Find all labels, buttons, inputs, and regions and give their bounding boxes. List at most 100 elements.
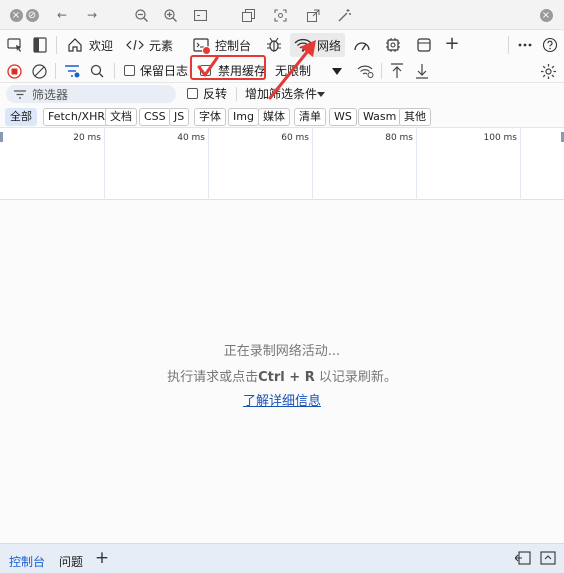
- network-settings-button[interactable]: [538, 61, 558, 81]
- clear-icon: [31, 63, 47, 79]
- filter-chip-media[interactable]: 媒体: [258, 108, 290, 126]
- filter-input[interactable]: 筛选器: [6, 85, 176, 103]
- reload-shortcut: Ctrl + R: [258, 370, 315, 385]
- invert-label: 反转: [203, 87, 228, 101]
- filter-chip-ws[interactable]: WS: [329, 108, 357, 126]
- tab-application[interactable]: [414, 35, 434, 55]
- share-button[interactable]: [305, 7, 321, 23]
- divider: [114, 63, 115, 79]
- plus-icon: +: [444, 32, 460, 54]
- filter-chip-js[interactable]: JS: [169, 108, 190, 126]
- minimize-drawer-button[interactable]: [539, 550, 557, 566]
- sidebar-icon: [33, 37, 47, 53]
- tab-performance[interactable]: [352, 35, 372, 55]
- divider: [508, 36, 509, 54]
- tab-label: 元素: [149, 38, 174, 53]
- download-icon: [416, 64, 428, 79]
- filter-chip-img[interactable]: Img: [228, 108, 259, 126]
- zoom-out-button[interactable]: [133, 7, 149, 23]
- filter-chip-doc[interactable]: 文档: [105, 108, 137, 126]
- drawer-tab-issues[interactable]: 问题: [59, 553, 83, 570]
- close-icon: ×: [9, 8, 23, 22]
- network-conditions-button[interactable]: [356, 62, 376, 80]
- window-close-button[interactable]: ×: [538, 7, 554, 23]
- block-button[interactable]: ⊘: [24, 7, 40, 23]
- filter-chip-all[interactable]: 全部: [5, 108, 37, 126]
- close-icon: ×: [539, 8, 553, 22]
- tab-label: 欢迎: [89, 38, 114, 53]
- copy-button[interactable]: [240, 7, 256, 23]
- timeline-gridline: [104, 128, 105, 200]
- share-icon: [306, 9, 319, 22]
- gauge-icon: [354, 42, 370, 51]
- throttle-dropdown-button[interactable]: [330, 64, 344, 78]
- block-icon: ⊘: [25, 8, 39, 22]
- filter-chip-fetch-xhr[interactable]: Fetch/XHR: [43, 108, 110, 126]
- customize-menu-button[interactable]: [515, 35, 535, 55]
- record-icon: [6, 63, 22, 79]
- search-button[interactable]: [88, 62, 106, 80]
- back-button[interactable]: ←: [54, 7, 70, 23]
- timeline-tick-label: 60 ms: [281, 133, 309, 143]
- forward-button[interactable]: →: [84, 7, 100, 23]
- copy-icon: [241, 8, 255, 22]
- add-drawer-tab-button[interactable]: +: [94, 548, 110, 568]
- network-overview-timeline[interactable]: 20 ms 40 ms 60 ms 80 ms 100 ms: [0, 128, 564, 200]
- divider: [55, 63, 56, 79]
- gear-icon: [540, 63, 556, 79]
- filter-toggle-button[interactable]: [63, 62, 81, 80]
- learn-more-link[interactable]: 了解详细信息: [0, 390, 564, 409]
- filter-chip-other[interactable]: 其他: [399, 108, 431, 126]
- export-har-button[interactable]: [413, 62, 431, 80]
- drawer-tab-bar: 控制台 问题 +: [0, 543, 564, 573]
- divider: [56, 36, 57, 54]
- filter-chip-manifest[interactable]: 清单: [294, 108, 326, 126]
- clear-button[interactable]: [30, 62, 48, 80]
- preserve-log-checkbox[interactable]: [124, 65, 135, 76]
- screenshot-icon: [273, 8, 287, 22]
- code-icon: [126, 36, 144, 54]
- screen-icon: [193, 9, 207, 21]
- record-button[interactable]: [5, 62, 23, 80]
- filter-placeholder: 筛选器: [32, 87, 69, 102]
- magic-button[interactable]: [336, 7, 352, 23]
- drawer-tab-console[interactable]: 控制台: [9, 553, 45, 570]
- timeline-gridline: [312, 128, 313, 200]
- filter-chip-font[interactable]: 字体: [194, 108, 226, 126]
- inspect-button[interactable]: [6, 36, 24, 54]
- zoom-in-button[interactable]: [162, 7, 178, 23]
- application-icon: [417, 38, 431, 52]
- tab-memory[interactable]: [383, 35, 403, 55]
- timeline-handle-left[interactable]: [0, 132, 3, 142]
- arrow-right-icon: →: [86, 8, 98, 22]
- reload-hint-prefix: 执行请求或点击: [167, 370, 259, 385]
- device-toolbar-button[interactable]: [31, 36, 49, 54]
- screenshot-button[interactable]: [272, 7, 288, 23]
- tab-console[interactable]: 控制台: [188, 33, 255, 57]
- screen-mode-button[interactable]: [192, 7, 208, 23]
- filter-chip-css[interactable]: CSS: [139, 108, 171, 126]
- invert-checkbox[interactable]: [187, 88, 198, 99]
- zoom-in-icon: [163, 8, 177, 22]
- close-window-button[interactable]: ×: [8, 7, 24, 23]
- import-har-button[interactable]: [388, 62, 406, 80]
- timeline-gridline: [208, 128, 209, 200]
- help-button[interactable]: [540, 35, 560, 55]
- timeline-tick-label: 40 ms: [177, 133, 205, 143]
- tab-elements[interactable]: 元素: [122, 33, 177, 57]
- filter-chip-wasm[interactable]: Wasm: [358, 108, 402, 126]
- more-tools-button[interactable]: +: [443, 32, 461, 54]
- devtools-window: × ⊘ ← → × 欢迎 元素 控制台 网络 + 保留日志 禁用缓存 筛选器 反…: [0, 0, 564, 573]
- dock-drawer-button[interactable]: [514, 550, 532, 566]
- panel-bottom-icon: [540, 551, 556, 565]
- divider: [381, 63, 382, 79]
- chip-icon: [386, 38, 400, 52]
- upload-icon: [391, 63, 403, 78]
- more-horizontal-icon: [518, 43, 532, 47]
- tab-welcome[interactable]: 欢迎: [62, 33, 117, 57]
- magic-wand-icon: [338, 8, 351, 21]
- filter-icon: [14, 89, 26, 99]
- timeline-tick-label: 20 ms: [73, 133, 101, 143]
- search-icon: [90, 64, 104, 78]
- annotation-checkmark: [197, 56, 219, 77]
